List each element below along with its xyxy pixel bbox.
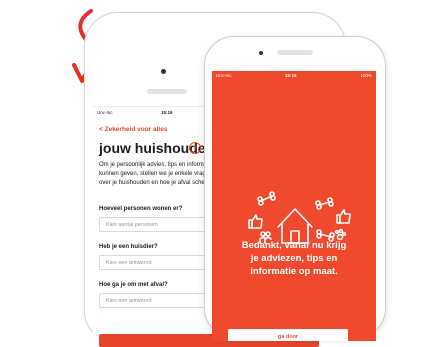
question-label-pet: Heb je een huisdier? <box>99 244 158 250</box>
thanks-line: je adviezen, tips en <box>250 253 338 264</box>
question-label-persons: Hoeveel personen wonen er? <box>99 206 183 212</box>
info-icon[interactable]: i <box>189 142 201 154</box>
front-camera <box>259 51 263 55</box>
status-time: 15:16 <box>161 110 173 115</box>
front-camera <box>161 69 166 74</box>
question-label-waste: Hoe ga je om met afval? <box>99 282 168 288</box>
right-phone: Unc-Inc 15:16 100% Bedankt, vanaf nu kri… <box>204 36 386 341</box>
house-icon <box>277 208 313 244</box>
thumbs-up-icon <box>248 214 263 229</box>
status-time: 15:16 <box>285 73 297 78</box>
intro-line: Om je persoonlijk advies, tips en inform <box>99 162 204 168</box>
status-bar: Unc-Inc 15:16 <box>97 110 197 118</box>
thumbs-up-icon <box>336 209 351 224</box>
continue-button[interactable]: ga door <box>228 329 348 341</box>
chevron-left-icon: < <box>99 126 103 133</box>
intro-line: over je huishouden en hoe je afval sche <box>99 180 205 186</box>
battery-label: 100% <box>360 73 372 78</box>
carrier-label: Unc-Inc <box>216 73 232 78</box>
intro-line: kunnen geven, stellen we je enkele vrag <box>99 171 206 177</box>
confirmation-screen: Unc-Inc 15:16 100% Bedankt, vanaf nu kri… <box>212 71 376 341</box>
earpiece-speaker <box>277 50 313 55</box>
back-link[interactable]: < Zekerheid voor alles <box>99 126 167 133</box>
bone-icon <box>315 197 334 210</box>
status-bar: Unc-Inc 15:16 100% <box>216 73 372 81</box>
thanks-line: informatie op maat. <box>250 266 338 277</box>
carrier-label: Unc-Inc <box>97 110 113 115</box>
thanks-message: Bedankt, vanaf nu krijg je adviezen, tip… <box>212 239 376 278</box>
earpiece-speaker <box>147 89 187 94</box>
thanks-line: Bedankt, vanaf nu krijg <box>241 240 347 251</box>
back-link-label: Zekerheid voor alles <box>104 126 168 133</box>
bone-icon <box>257 191 276 206</box>
paw-icon <box>334 228 347 241</box>
